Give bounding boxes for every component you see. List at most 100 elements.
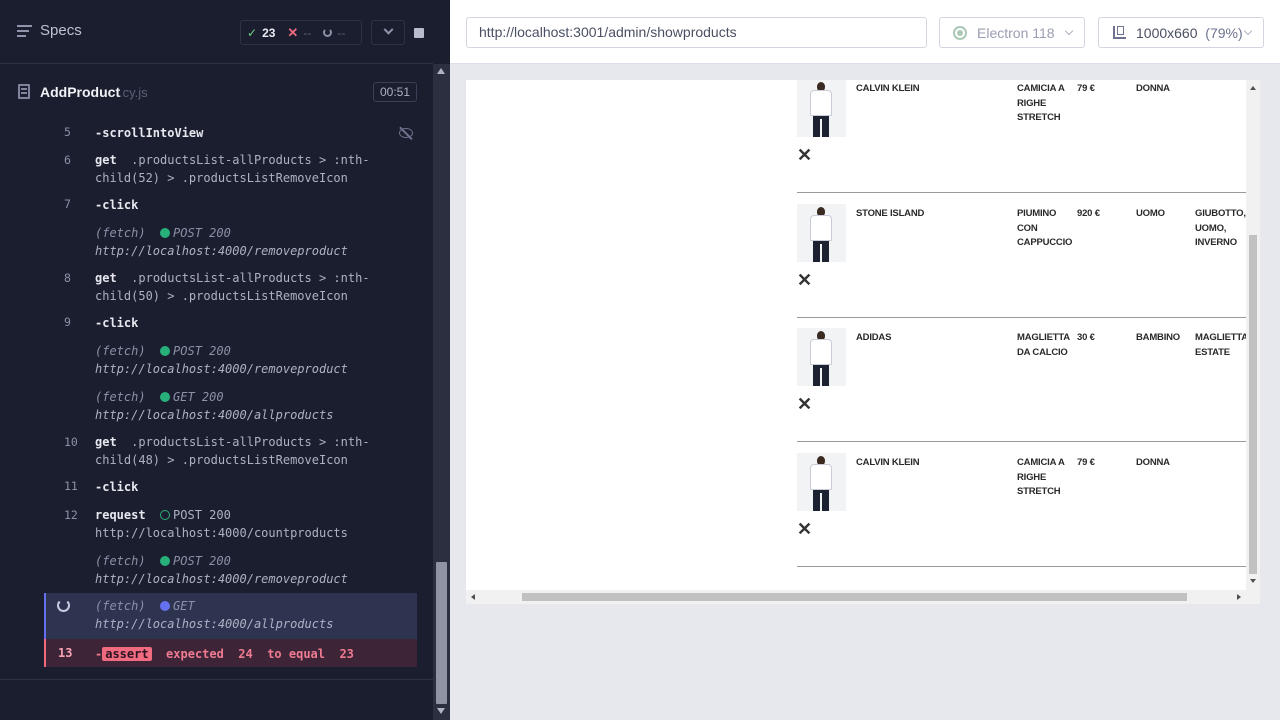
product-row: ✕ CALVIN KLEIN CAMICIA A RIGHE STRETCH 7… (797, 442, 1246, 567)
command-row[interactable]: 9 -click (44, 313, 417, 333)
eye-off-icon[interactable] (399, 128, 413, 138)
command-name: -click (95, 480, 139, 494)
electron-icon (953, 26, 967, 40)
test-stats: ✓ 23 ✕ -- -- (240, 20, 362, 45)
product-brand: ADIDAS (856, 332, 892, 343)
fetch-row[interactable]: (fetch) GET 200 http://localhost:4000/al… (44, 388, 417, 426)
product-name: CAMICIA A RIGHE STRETCH (1017, 457, 1065, 497)
assert-actual: 23 (339, 647, 354, 661)
fetch-row[interactable]: (fetch) POST 200 http://localhost:4000/r… (44, 224, 417, 262)
scroll-down-arrow-icon[interactable] (1250, 579, 1256, 583)
stop-button[interactable] (405, 20, 433, 45)
command-row[interactable]: 10 get .productsList-allProducts > :nth-… (44, 433, 417, 471)
browser-selector[interactable]: Electron 118 (939, 17, 1085, 48)
pending-count: -- (337, 25, 346, 40)
product-price: 30 € (1077, 332, 1095, 343)
status-dot-icon (160, 601, 171, 611)
assert-badge: assert (102, 647, 152, 661)
scroll-down-arrow-icon[interactable] (437, 708, 445, 714)
remove-icon[interactable]: ✕ (797, 271, 812, 289)
product-name: CAMICIA A RIGHE STRETCH (1017, 83, 1065, 123)
product-row: ✕ CALVIN KLEIN CAMICIA A RIGHE STRETCH 7… (797, 80, 1246, 193)
frame-horizontal-scrollbar[interactable] (466, 590, 1260, 604)
product-row: ✕ STONE ISLAND PIUMINO CON CAPPUCCIO 920… (797, 193, 1246, 318)
fetch-row[interactable]: (fetch) POST 200 http://localhost:4000/r… (44, 552, 417, 590)
product-price: 79 € (1077, 83, 1095, 94)
command-row[interactable]: 12 request POST 200 http://localhost:400… (44, 506, 417, 544)
product-name: PIUMINO CON CAPPUCCIO (1017, 208, 1073, 248)
command-number: 11 (64, 479, 78, 493)
command-selector-cont: child(50) > .productsListRemoveIcon (95, 289, 348, 303)
command-row[interactable]: 6 get .productsList-allProducts > :nth- … (44, 151, 417, 189)
specs-button[interactable]: Specs (17, 22, 82, 39)
scroll-up-arrow-icon[interactable] (437, 68, 445, 74)
spec-extension: .cy.js (119, 85, 148, 100)
scroll-up-arrow-icon[interactable] (1250, 86, 1256, 90)
status-dot-icon (160, 392, 171, 402)
command-log-scrollbar[interactable] (433, 64, 450, 720)
menu-icon (17, 24, 32, 37)
spec-header[interactable]: AddProduct .cy.js 00:51 (16, 76, 417, 108)
fetch-label: (fetch) (95, 599, 146, 613)
status-dot-icon (160, 346, 171, 356)
scrollbar-thumb[interactable] (436, 562, 447, 704)
app-under-test-frame: ✕ CALVIN KLEIN CAMICIA A RIGHE STRETCH 7… (466, 80, 1260, 604)
frame-vertical-scrollbar[interactable] (1246, 80, 1260, 590)
failed-stat[interactable]: ✕ -- (281, 25, 317, 41)
runner-topbar: Specs ✓ 23 ✕ -- -- (0, 0, 433, 64)
command-name: -click (95, 316, 139, 330)
fetch-method: GET 200 (173, 390, 224, 404)
scrollbar-thumb[interactable] (522, 593, 1187, 601)
request-url: http://localhost:4000/countproducts (95, 526, 348, 540)
command-number: 8 (64, 271, 71, 285)
product-image (797, 80, 846, 137)
command-name: -scrollIntoView (95, 126, 204, 140)
check-icon: ✓ (247, 25, 258, 40)
command-row[interactable]: 8 get .productsList-allProducts > :nth- … (44, 269, 417, 307)
spec-duration: 00:51 (372, 82, 417, 102)
x-icon: ✕ (287, 24, 299, 40)
command-row[interactable]: 5 -scrollIntoView (44, 123, 417, 143)
command-list: 5 -scrollIntoView 6 get .productsList-al… (44, 118, 417, 668)
command-name: get (95, 271, 117, 285)
command-number: 6 (64, 153, 71, 167)
fetch-label: (fetch) (95, 344, 146, 358)
product-row: ✕ ADIDAS MAGLIETTA DA CALCIO 30 € BAMBIN… (797, 317, 1251, 442)
fetch-method: POST 200 (173, 344, 231, 358)
failed-assert-row[interactable]: 13 - assert expected 24 to equal 23 (44, 639, 417, 667)
command-row[interactable]: 11 -click (44, 477, 417, 497)
product-gender: DONNA (1136, 457, 1170, 468)
status-dot-icon (160, 228, 171, 238)
active-fetch-row[interactable]: (fetch) GET http://localhost:4000/allpro… (44, 593, 417, 639)
fetch-method: POST 200 (173, 554, 231, 568)
command-log-panel: Specs ✓ 23 ✕ -- -- AddProduct .cy.js 00:… (0, 0, 450, 720)
fetch-url: http://localhost:4000/allproducts (95, 617, 334, 631)
product-image (797, 328, 846, 386)
assert-msg-a: expected (166, 647, 224, 661)
product-tags: GIUBOTTO, UOMO, INVERNO (1195, 208, 1246, 248)
fetch-method: GET (173, 599, 195, 613)
pending-stat[interactable]: -- (317, 26, 351, 40)
viewport-selector[interactable]: 1000x660 (79%) (1098, 17, 1264, 48)
fetch-url: http://localhost:4000/removeproduct (95, 244, 348, 258)
remove-icon[interactable]: ✕ (797, 395, 812, 413)
expand-menu-button[interactable] (371, 20, 405, 45)
status-dot-outline-icon (160, 510, 171, 520)
scroll-right-arrow-icon[interactable] (1237, 594, 1241, 600)
command-row[interactable]: 7 -click (44, 195, 417, 215)
fetch-url: http://localhost:4000/removeproduct (95, 572, 348, 586)
passed-stat[interactable]: ✓ 23 (241, 26, 281, 40)
scroll-left-arrow-icon[interactable] (471, 594, 475, 600)
scrollbar-thumb[interactable] (1249, 235, 1257, 574)
fetch-url: http://localhost:4000/allproducts (95, 408, 334, 422)
fetch-row[interactable]: (fetch) POST 200 http://localhost:4000/r… (44, 342, 417, 380)
fetch-url: http://localhost:4000/removeproduct (95, 362, 348, 376)
url-bar[interactable]: http://localhost:3001/admin/showproducts (466, 17, 927, 48)
command-selector-cont: child(48) > .productsListRemoveIcon (95, 453, 348, 467)
remove-icon[interactable]: ✕ (797, 520, 812, 538)
passed-count: 23 (262, 25, 276, 40)
assert-expected: 24 (238, 647, 253, 661)
request-method: POST 200 (173, 508, 231, 522)
remove-icon[interactable]: ✕ (797, 146, 812, 164)
product-image (797, 453, 846, 511)
